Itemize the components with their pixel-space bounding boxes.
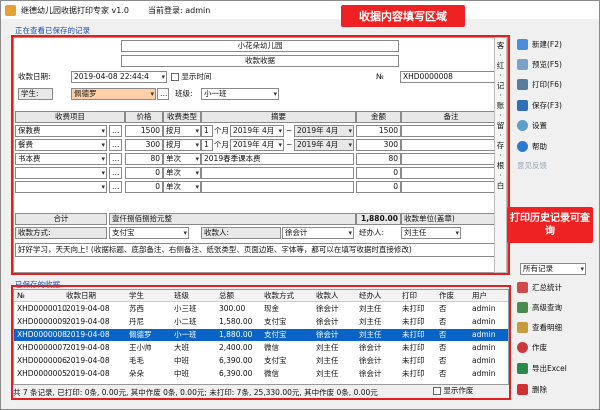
delete-button[interactable]: 删除 — [514, 381, 592, 397]
print-button[interactable]: 打印(F6) — [514, 76, 592, 92]
excel-icon — [517, 362, 528, 374]
window-title: 继德幼儿园收据打印专家 v1.0 — [21, 5, 129, 15]
history-callout: 打印历史记录可查询 — [507, 207, 593, 243]
form-highlight-box — [11, 35, 510, 275]
summary-button[interactable]: 汇总统计 — [514, 279, 592, 295]
new-button[interactable]: 新建(F2) — [514, 36, 592, 52]
search-icon — [517, 301, 528, 313]
printer-icon — [517, 78, 528, 90]
title-bar: 继德幼儿园收据打印专家 v1.0 当前登录: admin — [1, 1, 599, 19]
new-icon — [517, 38, 528, 50]
export-excel-button[interactable]: 导出Excel — [514, 360, 592, 376]
preview-icon — [517, 58, 528, 70]
advanced-query-button[interactable]: 高级查询 — [514, 299, 592, 315]
checkbox-icon — [433, 387, 441, 395]
app-icon — [5, 4, 16, 16]
detail-icon — [517, 321, 528, 333]
view-detail-button[interactable]: 查看明细 — [514, 319, 592, 335]
login-status: 当前登录: admin — [148, 5, 211, 15]
save-icon — [517, 99, 528, 111]
status-bar: 共 7 条记录, 已打印: 0条, 0.00元, 其中作废 0条, 0.00元;… — [13, 388, 378, 397]
gear-icon — [517, 119, 528, 131]
preview-button[interactable]: 预览(F5) — [514, 56, 592, 72]
settings-button[interactable]: 设置 — [514, 117, 592, 133]
void-icon — [517, 341, 528, 353]
help-button[interactable]: 帮助 — [514, 138, 592, 154]
help-icon — [517, 140, 528, 152]
feedback-link[interactable]: 意见反馈 — [514, 157, 592, 173]
filter-select[interactable]: 所有记录 — [520, 263, 586, 275]
table-highlight-box — [11, 285, 511, 400]
show-void-checkbox[interactable]: 显示作废 — [433, 385, 473, 397]
void-button[interactable]: 作废 — [514, 339, 592, 355]
save-button[interactable]: 保存(F3) — [514, 97, 592, 113]
chart-icon — [517, 281, 528, 293]
delete-icon — [517, 383, 528, 395]
app-window: 继德幼儿园收据打印专家 v1.0 当前登录: admin 正在查看已保存的记录 … — [0, 0, 600, 410]
form-callout: 收据内容填写区域 — [341, 5, 465, 27]
